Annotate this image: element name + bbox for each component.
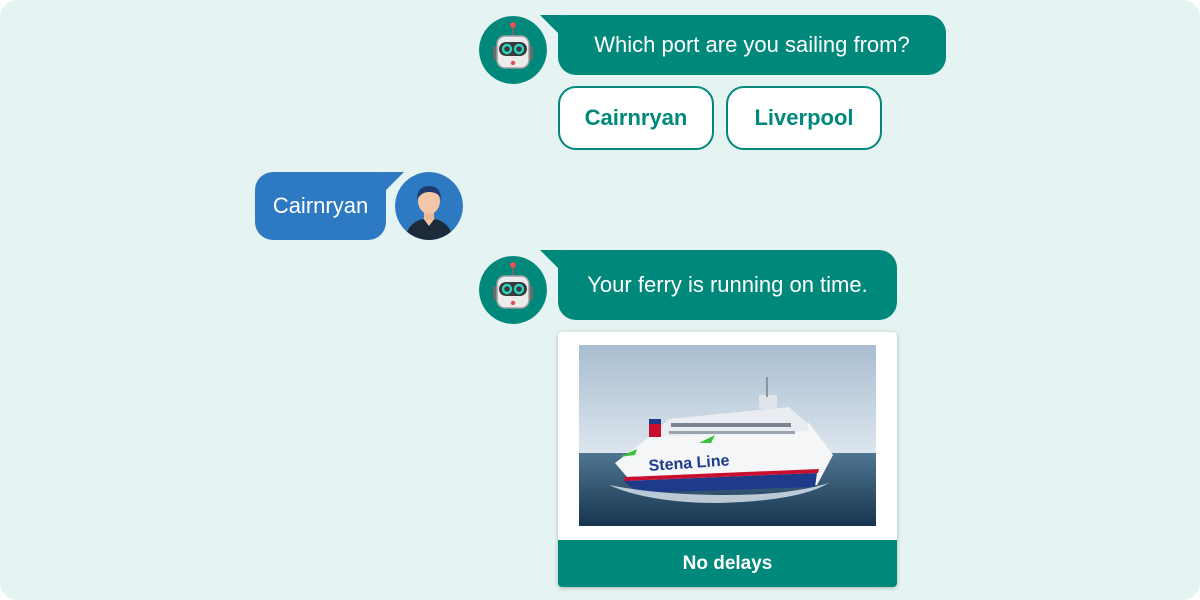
bot-message-bubble: Which port are you sailing from? bbox=[540, 15, 946, 75]
user-avatar-icon bbox=[395, 172, 463, 240]
bot-avatar-icon bbox=[479, 16, 547, 84]
bot-message-text: Your ferry is running on time. bbox=[587, 272, 868, 297]
quick-reply-label: Liverpool bbox=[754, 105, 854, 130]
quick-reply-cairnryan-button[interactable]: Cairnryan bbox=[558, 86, 714, 150]
quick-reply-label: Cairnryan bbox=[584, 105, 688, 130]
ferry-status-card: Stena Line No delays bbox=[558, 332, 897, 587]
status-label: No delays bbox=[682, 552, 773, 574]
bot-message-text: Which port are you sailing from? bbox=[594, 32, 910, 57]
user-message-bubble: Cairnryan bbox=[255, 172, 404, 240]
ferry-photo-image: Stena Line bbox=[579, 345, 876, 526]
user-message-text: Cairnryan bbox=[272, 193, 369, 218]
card-footer: No delays bbox=[558, 540, 897, 587]
quick-reply-liverpool-button[interactable]: Liverpool bbox=[726, 86, 882, 150]
chat-canvas: Which port are you sailing from? Cairnry… bbox=[0, 0, 1200, 600]
bot-avatar-icon bbox=[479, 256, 547, 324]
bot-message-bubble: Your ferry is running on time. bbox=[540, 250, 897, 320]
